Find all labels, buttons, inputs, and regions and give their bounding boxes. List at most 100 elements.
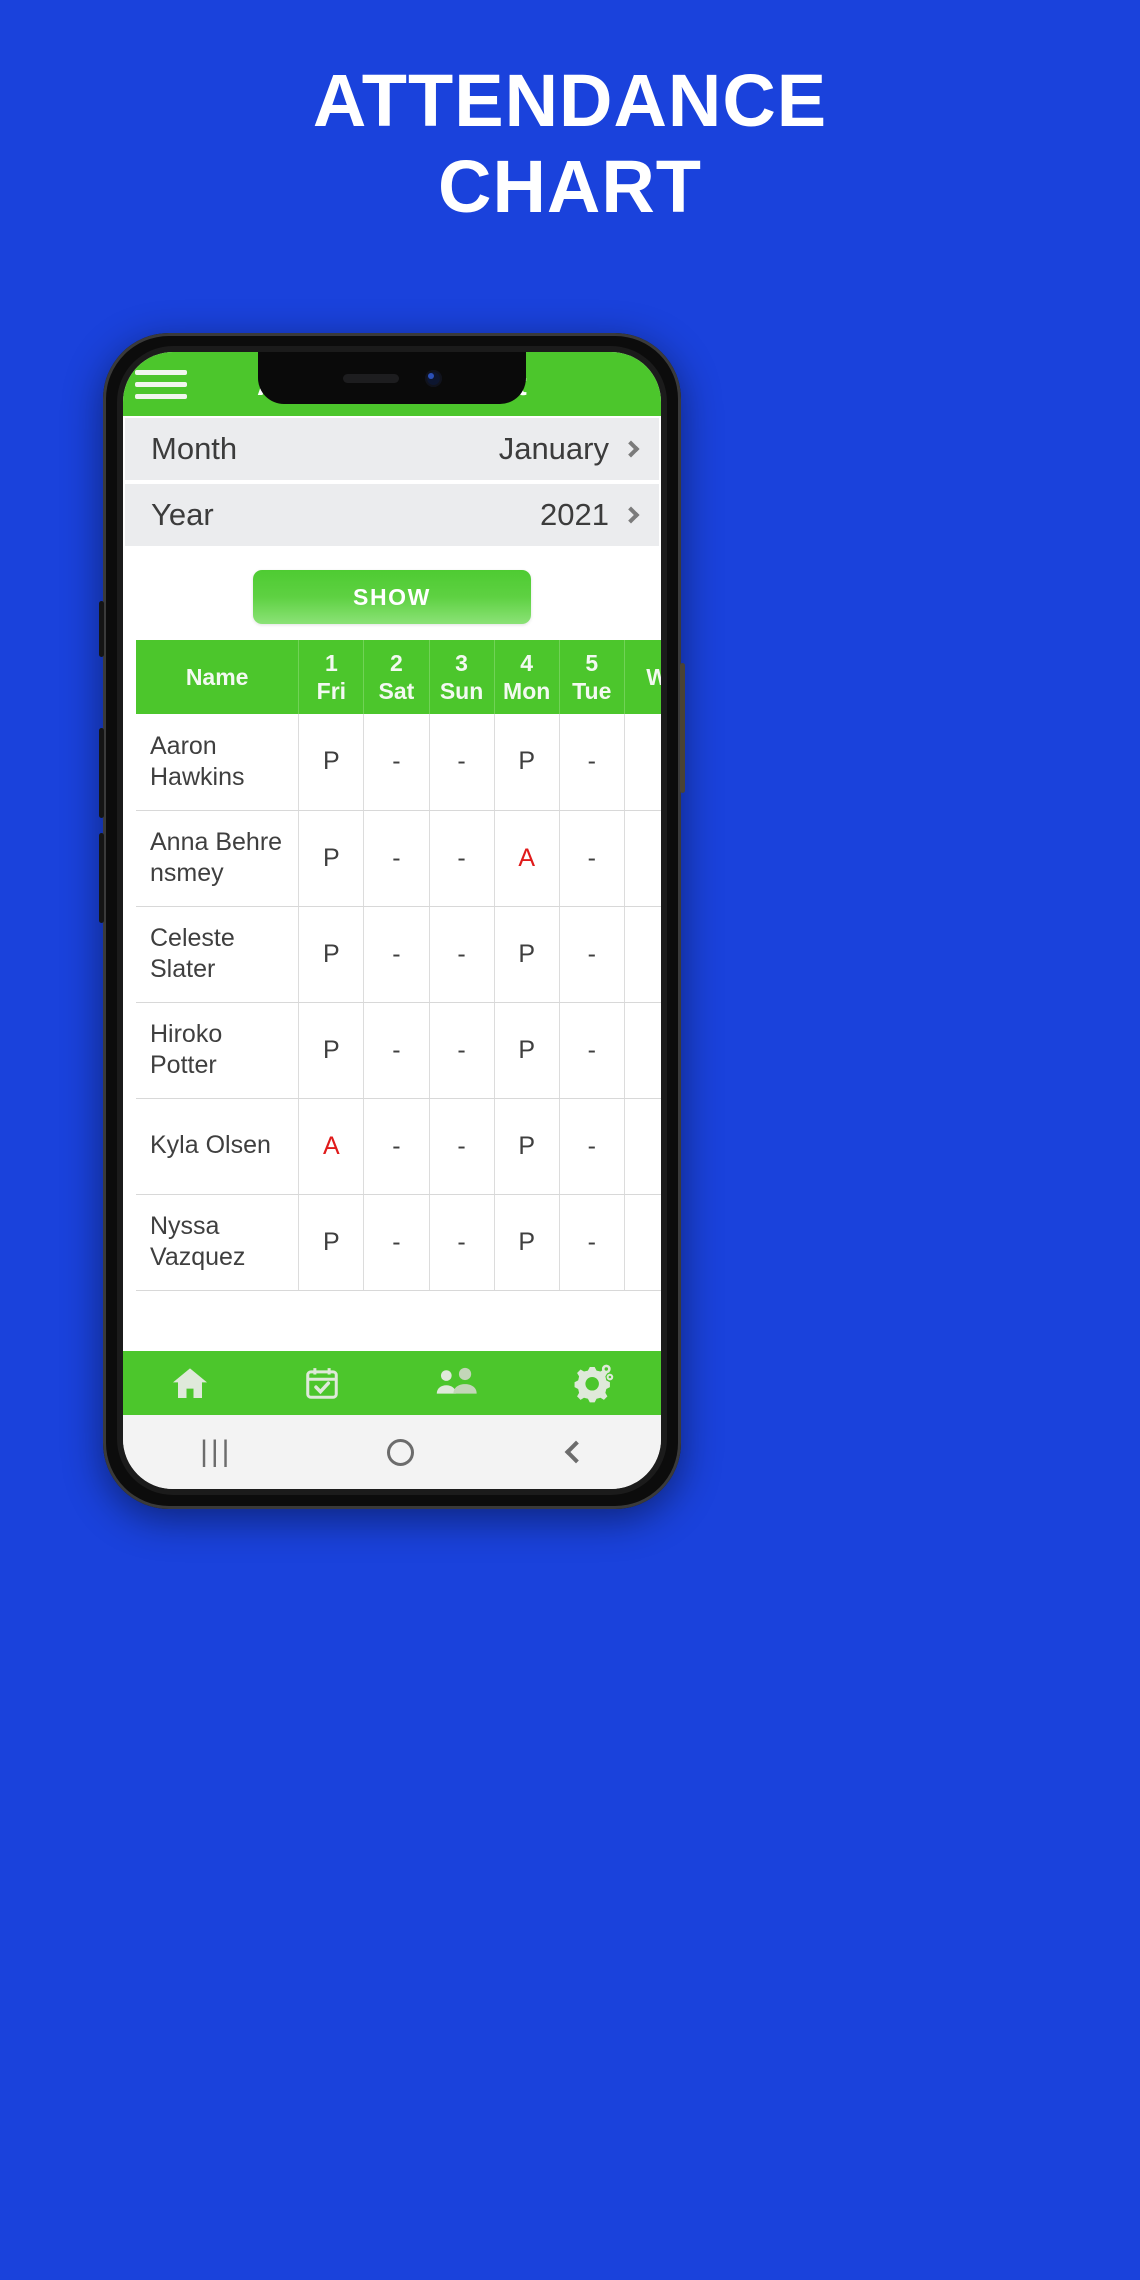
recents-icon[interactable]: ||| [200, 1435, 232, 1469]
front-camera-icon [424, 369, 442, 387]
attendance-table: Name 1 Fri 2 Sat 3 Sun 4 Mon 5 Tue W Aar… [136, 640, 661, 1291]
bottom-navigation-bar [123, 1351, 661, 1415]
day-number-4: 4 [520, 650, 534, 676]
cell-student-name: Nyssa Vazquez [136, 1194, 300, 1291]
column-header-day-6-partial: W [624, 640, 661, 715]
cell-attendance-day-2[interactable]: - [363, 1002, 430, 1099]
cell-attendance-day-6[interactable] [624, 1194, 661, 1291]
cell-attendance-day-2[interactable]: - [363, 1098, 430, 1195]
cell-attendance-day-3[interactable]: - [429, 810, 495, 907]
calendar-check-icon[interactable] [303, 1364, 341, 1402]
phone-button-mute[interactable] [99, 601, 104, 657]
home-icon[interactable] [170, 1363, 210, 1403]
cell-attendance-day-1[interactable]: P [298, 714, 365, 811]
selector-row-year[interactable]: Year 2021 [125, 484, 659, 546]
cell-attendance-day-1[interactable]: P [298, 1194, 365, 1291]
column-header-day-2: 2 Sat [363, 640, 430, 715]
cell-attendance-day-2[interactable]: - [363, 1194, 430, 1291]
cell-attendance-day-5[interactable]: - [559, 1194, 625, 1291]
cell-attendance-day-3[interactable]: - [429, 1194, 495, 1291]
cell-student-name: Celeste Slater [136, 906, 300, 1003]
selector-value-month: January [498, 431, 609, 466]
selector-value-group-year: 2021 [540, 497, 640, 533]
cell-attendance-day-1[interactable]: P [298, 906, 365, 1003]
phone-button-volume-up[interactable] [99, 728, 104, 818]
cell-attendance-day-3[interactable]: - [429, 1002, 495, 1099]
cell-attendance-day-2[interactable]: - [363, 906, 430, 1003]
day-number-3: 3 [455, 650, 468, 676]
poster-title-line-2: CHART [438, 144, 702, 228]
gears-settings-icon[interactable] [570, 1362, 614, 1404]
selector-value-year: 2021 [540, 497, 609, 532]
weekday-1: Fri [316, 678, 347, 705]
cell-attendance-day-3[interactable]: - [429, 1098, 495, 1195]
chevron-right-icon [622, 440, 640, 458]
home-circle-icon[interactable] [386, 1438, 414, 1466]
cell-attendance-day-6[interactable] [624, 1002, 661, 1099]
cell-attendance-day-4[interactable]: P [494, 1194, 560, 1291]
cell-attendance-day-1[interactable]: P [298, 810, 365, 907]
cell-attendance-day-1[interactable]: P [298, 1002, 365, 1099]
back-chevron-icon[interactable] [564, 1440, 588, 1464]
earpiece-speaker-icon [342, 373, 399, 383]
table-row[interactable]: Celeste Slater P - - P - [136, 906, 661, 1003]
day-number-5: 5 [585, 650, 599, 676]
cell-attendance-day-4[interactable]: P [494, 714, 560, 811]
phone-screen: Attendance Chart Month January Year 2021 [123, 352, 661, 1489]
weekday-3: Sun [439, 678, 484, 705]
poster-title-line-1: ATTENDANCE [312, 59, 828, 142]
table-row[interactable]: Hiroko Potter P - - P - [136, 1002, 661, 1099]
cell-student-name: Kyla Olsen [136, 1098, 300, 1195]
table-row[interactable]: Kyla Olsen A - - P - [136, 1098, 661, 1195]
day-number-2: 2 [390, 650, 403, 676]
table-header-row: Name 1 Fri 2 Sat 3 Sun 4 Mon 5 Tue W [136, 640, 661, 715]
cell-attendance-day-5[interactable]: - [559, 714, 625, 811]
attendance-table-body: Aaron Hawkins P - - P - Anna Behre nsmey P - - A - C… [136, 714, 661, 1291]
system-navigation-bar: ||| [123, 1415, 661, 1489]
column-header-day-3: 3 Sun [429, 640, 495, 715]
cell-attendance-day-6[interactable] [624, 906, 661, 1003]
cell-attendance-day-4[interactable]: P [494, 1002, 560, 1099]
show-button[interactable]: SHOW [253, 570, 531, 624]
phone-notch [258, 352, 526, 404]
cell-attendance-day-4[interactable]: P [494, 1098, 560, 1195]
weekday-2: Sat [378, 678, 415, 705]
hamburger-line-2 [135, 381, 187, 387]
cell-attendance-day-4[interactable]: A [494, 810, 560, 907]
phone-button-volume-down[interactable] [99, 833, 104, 923]
selector-row-month[interactable]: Month January [125, 418, 659, 480]
table-row[interactable]: Anna Behre nsmey P - - A - [136, 810, 661, 907]
cell-attendance-day-6[interactable] [624, 1098, 661, 1195]
selector-label-year: Year [151, 497, 214, 532]
cell-attendance-day-5[interactable]: - [559, 1098, 625, 1195]
column-header-day-5: 5 Tue [559, 640, 625, 715]
phone-button-power[interactable] [680, 663, 685, 793]
cell-attendance-day-1[interactable]: A [298, 1098, 365, 1195]
hamburger-line-1 [135, 369, 187, 375]
table-row[interactable]: Aaron Hawkins P - - P - [136, 714, 661, 811]
cell-student-name: Anna Behre nsmey [136, 810, 300, 907]
cell-attendance-day-6[interactable] [624, 714, 661, 811]
cell-attendance-day-4[interactable]: P [494, 906, 560, 1003]
cell-attendance-day-5[interactable]: - [559, 906, 625, 1003]
cell-attendance-day-5[interactable]: - [559, 1002, 625, 1099]
cell-student-name: Aaron Hawkins [136, 714, 300, 811]
poster-title: ATTENDANCE CHART [0, 58, 1140, 230]
people-group-icon[interactable] [435, 1362, 477, 1404]
selector-value-group-month: January [498, 431, 640, 467]
weekday-5: Tue [572, 678, 612, 705]
cell-student-name: Hiroko Potter [136, 1002, 300, 1099]
cell-attendance-day-6[interactable] [624, 810, 661, 907]
cell-attendance-day-3[interactable]: - [429, 906, 495, 1003]
table-row[interactable]: Nyssa Vazquez P - - P - [136, 1194, 661, 1291]
cell-attendance-day-2[interactable]: - [363, 810, 430, 907]
cell-attendance-day-3[interactable]: - [429, 714, 495, 811]
selector-label-month: Month [151, 431, 238, 466]
chevron-right-icon [622, 506, 640, 524]
attendance-table-head: Name 1 Fri 2 Sat 3 Sun 4 Mon 5 Tue W [136, 640, 661, 715]
hamburger-menu-icon[interactable] [135, 369, 187, 399]
day-number-1: 1 [324, 650, 338, 676]
cell-attendance-day-5[interactable]: - [559, 810, 625, 907]
attendance-table-container[interactable]: Name 1 Fri 2 Sat 3 Sun 4 Mon 5 Tue W Aar… [123, 640, 661, 1351]
cell-attendance-day-2[interactable]: - [363, 714, 430, 811]
